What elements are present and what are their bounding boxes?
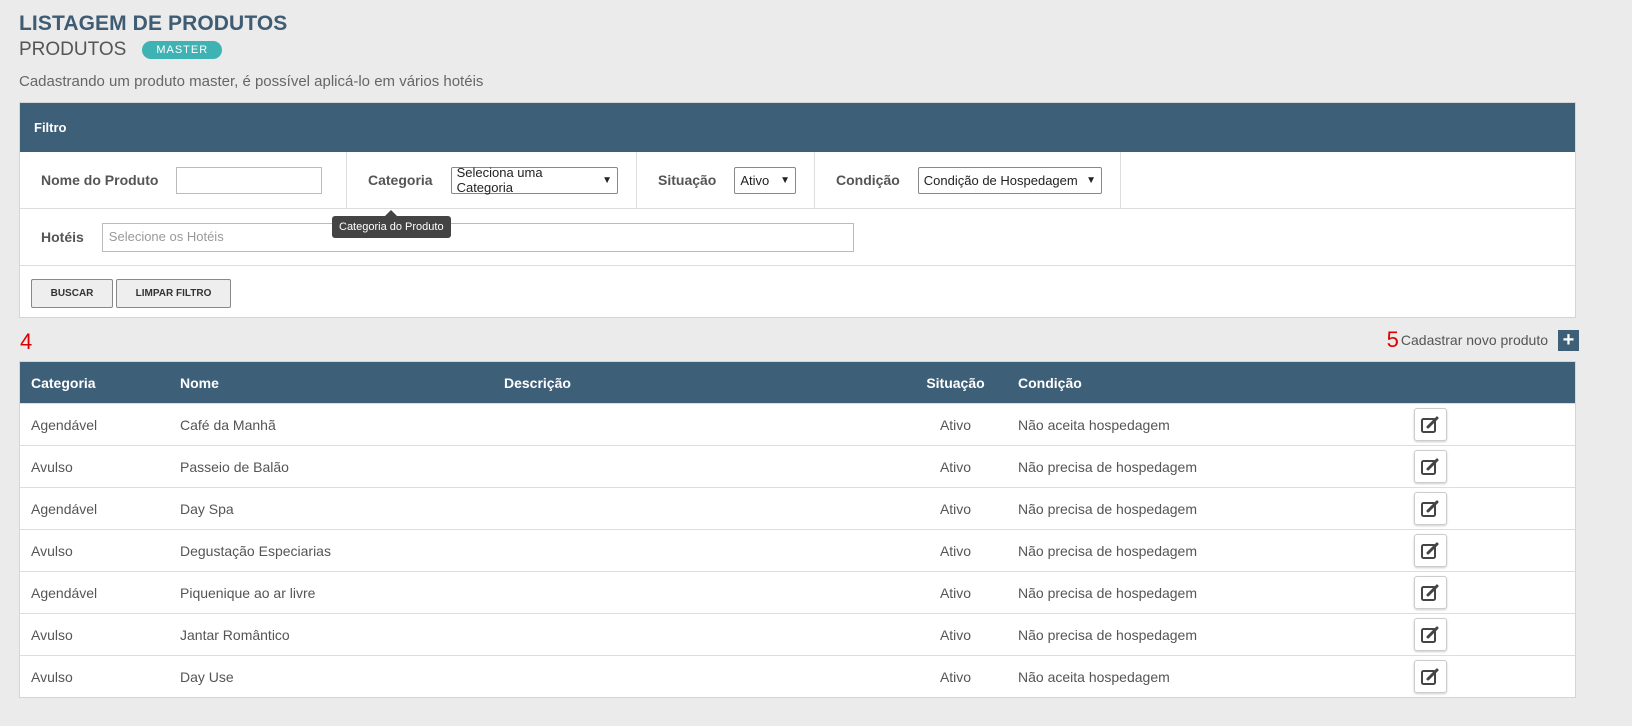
filter-heading: Filtro	[20, 103, 1575, 152]
buscar-button[interactable]: BUSCAR	[31, 278, 113, 308]
cell-nome: Passeio de Balão	[180, 458, 289, 475]
subtitle-text: PRODUTOS	[19, 39, 127, 60]
filter-group-situacao: Situação Ativo ▼	[637, 152, 815, 208]
filter-group-condicao: Condição Condição de Hospedagem ▼	[815, 152, 1121, 208]
situacao-label: Situação	[658, 172, 717, 188]
col-situacao: Situação	[926, 374, 985, 391]
cell-actions	[1410, 492, 1450, 525]
cell-nome: Jantar Romântico	[180, 626, 290, 643]
cell-categoria: Avulso	[31, 458, 73, 475]
page-description: Cadastrando um produto master, é possíve…	[19, 73, 484, 90]
cell-categoria: Avulso	[31, 542, 73, 559]
categoria-label: Categoria	[368, 172, 433, 188]
chevron-down-icon: ▼	[780, 174, 790, 186]
count-annotation: 4	[20, 329, 33, 354]
cell-categoria: Agendável	[31, 500, 98, 517]
filter-row-1: Nome do Produto Categoria Seleciona uma …	[20, 152, 1575, 209]
products-table: Categoria Nome Descrição Situação Condiç…	[19, 361, 1576, 698]
cell-condicao: Não precisa de hospedagem	[1018, 458, 1198, 475]
table-row: Avulso Degustação Especiarias Ativo Não pre…	[20, 529, 1575, 571]
table-row: Agendável Café da Manhã Ativo Não aceita ho…	[20, 403, 1575, 445]
cell-situacao: Ativo	[939, 626, 972, 643]
cell-condicao: Não aceita hospedagem	[1018, 416, 1170, 433]
cell-nome: Day Use	[180, 668, 234, 685]
edit-icon[interactable]	[1413, 492, 1447, 525]
filter-panel: Filtro Nome do Produto Categoria Selecio…	[19, 102, 1576, 318]
new-product-link[interactable]: 5 Cadastrar novo produto +	[1387, 327, 1579, 353]
cell-nome: Café da Manhã	[180, 416, 276, 433]
edit-icon[interactable]	[1413, 576, 1447, 609]
filter-group-categoria: Categoria Seleciona uma Categoria ▼	[347, 152, 637, 208]
col-categoria: Categoria	[31, 374, 96, 391]
hoteis-label: Hotéis	[41, 229, 84, 245]
edit-icon[interactable]	[1413, 660, 1447, 693]
table-row: Agendável Day Spa Ativo Não precisa de hosp…	[20, 487, 1575, 529]
situacao-select[interactable]: Ativo ▼	[734, 166, 796, 194]
cell-actions	[1410, 450, 1450, 483]
cell-situacao: Ativo	[939, 584, 972, 601]
cell-situacao: Ativo	[939, 458, 972, 475]
limpar-filtro-button[interactable]: LIMPAR FILTRO	[116, 278, 231, 308]
condicao-selected: Condição de Hospedagem	[923, 172, 1078, 188]
cell-actions	[1410, 660, 1450, 693]
page-subtitle: PRODUTOS MASTER	[19, 39, 223, 61]
new-product-label[interactable]: Cadastrar novo produto	[1401, 332, 1548, 348]
cell-categoria: Avulso	[31, 668, 73, 685]
cell-categoria: Agendável	[31, 416, 98, 433]
condicao-select[interactable]: Condição de Hospedagem ▼	[917, 166, 1102, 194]
page-title: LISTAGEM DE PRODUTOS	[19, 12, 288, 35]
cell-actions	[1410, 618, 1450, 651]
cell-condicao: Não precisa de hospedagem	[1018, 626, 1198, 643]
categoria-tooltip: Categoria do Produto	[332, 210, 451, 238]
cell-actions	[1410, 534, 1450, 567]
nome-label: Nome do Produto	[41, 172, 159, 188]
nome-input[interactable]	[176, 166, 323, 194]
cell-situacao: Ativo	[939, 416, 972, 433]
filter-row-2: Hotéis Selecione os Hotéis	[20, 209, 1575, 266]
cell-situacao: Ativo	[939, 500, 972, 517]
categoria-selected: Seleciona uma Categoria	[456, 165, 543, 195]
cell-categoria: Agendável	[31, 584, 98, 601]
table-row: Avulso Jantar Romântico Ativo Não precisa d…	[20, 613, 1575, 655]
cell-nome: Piquenique ao ar livre	[180, 584, 316, 601]
table-row: Agendável Piquenique ao ar livre Ativo Não …	[20, 571, 1575, 613]
chevron-down-icon: ▼	[1086, 174, 1096, 186]
cell-condicao: Não precisa de hospedagem	[1018, 542, 1198, 559]
cell-condicao: Não precisa de hospedagem	[1018, 584, 1198, 601]
chevron-down-icon: ▼	[602, 174, 612, 186]
cell-nome: Day Spa	[180, 500, 234, 517]
cell-condicao: Não precisa de hospedagem	[1018, 500, 1198, 517]
cell-situacao: Ativo	[939, 542, 972, 559]
filter-group-nome: Nome do Produto	[20, 152, 347, 208]
edit-icon[interactable]	[1413, 408, 1447, 441]
col-condicao: Condição	[1018, 374, 1082, 391]
condicao-label: Condição	[836, 172, 900, 188]
cell-condicao: Não aceita hospedagem	[1018, 668, 1170, 685]
edit-icon[interactable]	[1413, 450, 1447, 483]
plus-icon[interactable]: +	[1558, 329, 1579, 351]
hoteis-multiselect[interactable]: Selecione os Hotéis	[101, 222, 854, 252]
edit-icon[interactable]	[1413, 618, 1447, 651]
new-annotation: 5	[1386, 327, 1399, 352]
master-badge: MASTER	[142, 41, 223, 59]
edit-icon[interactable]	[1413, 534, 1447, 567]
cell-actions	[1410, 576, 1450, 609]
situacao-selected: Ativo	[740, 172, 770, 188]
table-body: Agendável Café da Manhã Ativo Não aceita ho…	[20, 403, 1575, 697]
table-row: Avulso Day Use Ativo Não aceita hospedagem	[20, 655, 1575, 697]
table-header: Categoria Nome Descrição Situação Condiç…	[20, 362, 1575, 403]
col-nome: Nome	[180, 374, 219, 391]
cell-nome: Degustação Especiarias	[180, 542, 331, 559]
categoria-select[interactable]: Seleciona uma Categoria ▼	[450, 165, 618, 195]
table-row: Avulso Passeio de Balão Ativo Não precisa d…	[20, 445, 1575, 487]
cell-actions	[1410, 408, 1450, 441]
cell-situacao: Ativo	[939, 668, 972, 685]
cell-categoria: Avulso	[31, 626, 73, 643]
filter-actions: BUSCAR LIMPAR FILTRO	[20, 266, 1575, 320]
col-descricao: Descrição	[504, 374, 571, 391]
